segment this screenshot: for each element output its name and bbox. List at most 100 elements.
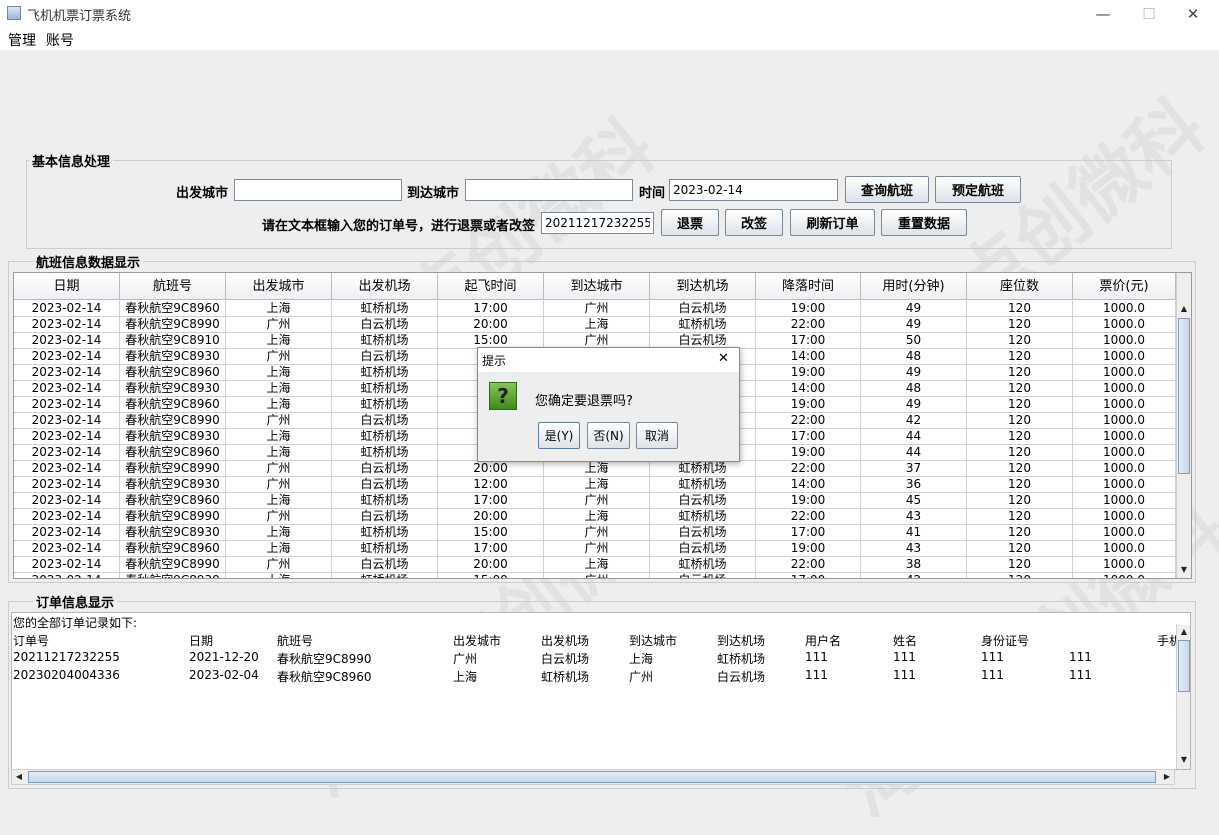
table-cell: 1000.0 bbox=[1073, 461, 1176, 477]
table-cell: 虹桥机场 bbox=[332, 573, 438, 578]
table-row[interactable]: 2023-02-14 春秋航空9C8930 广州 白云机场 12:00 上海 虹桥机场 14:… bbox=[14, 477, 1176, 493]
table-cell: 春秋航空9C8990 bbox=[120, 461, 226, 477]
column-header[interactable]: 降落时间 bbox=[756, 273, 861, 300]
scroll-up-icon[interactable]: ▲ bbox=[1177, 625, 1190, 639]
table-cell: 春秋航空9C8930 bbox=[120, 381, 226, 397]
table-cell: 白云机场 bbox=[650, 573, 756, 578]
column-header[interactable]: 到达机场 bbox=[650, 273, 756, 300]
column-header[interactable]: 出发机场 bbox=[332, 273, 438, 300]
table-cell: 1000.0 bbox=[1073, 429, 1176, 445]
table-cell: 49 bbox=[861, 301, 967, 317]
table-row[interactable]: 2023-02-14 春秋航空9C8990 广州 白云机场 20:00 上海 虹桥机场 22:… bbox=[14, 557, 1176, 573]
table-row[interactable]: 2023-02-14 春秋航空9C8990 广州 白云机场 20:00 上海 虹桥机场 22:… bbox=[14, 317, 1176, 333]
flight-table-header: 日期 航班号 出发城市 出发机场 起飞时间 到达城市 到达机场 降落时间 用时(分钟) 座位数 票价… bbox=[14, 273, 1176, 300]
table-cell: 17:00 bbox=[756, 573, 861, 578]
scroll-thumb[interactable] bbox=[1178, 640, 1190, 692]
table-row[interactable]: 2023-02-14春秋航空9C8930上海虹桥机场15:00广州白云机场17:… bbox=[14, 573, 1176, 578]
cancel-button[interactable]: 取消 bbox=[636, 422, 678, 449]
table-cell: 虹桥机场 bbox=[332, 397, 438, 413]
yes-button[interactable]: 是(Y) bbox=[538, 422, 580, 449]
table-cell: 上海 bbox=[226, 429, 332, 445]
table-cell: 20:00 bbox=[438, 509, 544, 525]
table-cell: 春秋航空9C8930 bbox=[120, 349, 226, 365]
column-header[interactable]: 日期 bbox=[14, 273, 120, 300]
table-cell: 49 bbox=[861, 317, 967, 333]
order-cell: 春秋航空9C8990 bbox=[277, 652, 372, 666]
table-row[interactable]: 2023-02-14 春秋航空9C8960 上海 虹桥机场 17:00 广州 白云机场 19:… bbox=[14, 493, 1176, 509]
order-number-input[interactable] bbox=[541, 212, 654, 234]
maximize-button[interactable]: ☐ bbox=[1126, 2, 1172, 26]
book-flight-button[interactable]: 预定航班 bbox=[935, 176, 1021, 203]
to-city-input[interactable] bbox=[465, 179, 633, 201]
table-row[interactable]: 2023-02-14 春秋航空9C8990 广州 白云机场 20:00 上海 虹桥机场 22:… bbox=[14, 509, 1176, 525]
column-header[interactable]: 航班号 bbox=[120, 273, 226, 300]
table-cell: 1000.0 bbox=[1073, 349, 1176, 365]
table-cell: 虹桥机场 bbox=[332, 493, 438, 509]
basic-info-panel bbox=[26, 160, 1172, 249]
refund-button[interactable]: 退票 bbox=[661, 209, 719, 236]
question-icon: ? bbox=[489, 382, 517, 410]
scroll-up-icon[interactable]: ▲ bbox=[1177, 302, 1191, 316]
order-prompt-label: 请在文本框输入您的订单号，进行退票或者改签 bbox=[262, 219, 536, 234]
refresh-orders-button[interactable]: 刷新订单 bbox=[790, 209, 875, 236]
change-ticket-button[interactable]: 改签 bbox=[725, 209, 783, 236]
scroll-left-icon[interactable]: ◀ bbox=[12, 770, 26, 784]
no-button[interactable]: 否(N) bbox=[587, 422, 630, 449]
table-cell: 2023-02-14 bbox=[14, 541, 120, 557]
scroll-down-icon[interactable]: ▼ bbox=[1177, 753, 1190, 767]
table-row[interactable]: 2023-02-14 春秋航空9C8960 上海 虹桥机场 17:00 广州 白云机场 19:… bbox=[14, 541, 1176, 557]
query-flight-button[interactable]: 查询航班 bbox=[845, 176, 929, 203]
table-cell: 春秋航空9C8990 bbox=[120, 557, 226, 573]
reset-data-button[interactable]: 重置数据 bbox=[881, 209, 967, 236]
table-cell: 36 bbox=[861, 477, 967, 493]
menu-manage[interactable]: 管理 bbox=[8, 30, 36, 50]
order-cell: 2023-02-04 bbox=[189, 668, 259, 682]
dialog-close-icon[interactable]: ✕ bbox=[718, 351, 729, 366]
menu-account[interactable]: 账号 bbox=[46, 30, 74, 50]
table-row[interactable]: 2023-02-14 春秋航空9C8960 上海 虹桥机场 17:00 广州 白云机场 19:… bbox=[14, 301, 1176, 317]
order-vscrollbar[interactable]: ▲ ▼ bbox=[1176, 625, 1190, 769]
scroll-thumb[interactable] bbox=[1178, 318, 1190, 474]
table-row[interactable]: 2023-02-14春秋航空9C8930上海虹桥机场15:00广州白云机场17:… bbox=[14, 525, 1176, 541]
time-input[interactable] bbox=[669, 179, 838, 201]
close-button[interactable]: ✕ bbox=[1170, 2, 1216, 26]
table-cell: 22:00 bbox=[756, 557, 861, 573]
order-text-area[interactable]: 您的全部订单记录如下: 订单号 日期 航班号 出发城市 出发机场 到达城市 到达机场 用户名 姓… bbox=[11, 612, 1191, 770]
table-cell: 白云机场 bbox=[650, 541, 756, 557]
table-cell: 17:00 bbox=[756, 525, 861, 541]
order-cell: 111 bbox=[893, 668, 916, 682]
table-cell: 120 bbox=[967, 541, 1073, 557]
order-info-title: 订单信息显示 bbox=[33, 592, 118, 611]
table-cell: 白云机场 bbox=[650, 301, 756, 317]
order-cell: 上海 bbox=[453, 670, 478, 684]
table-cell: 春秋航空9C8960 bbox=[120, 301, 226, 317]
table-cell: 广州 bbox=[226, 317, 332, 333]
column-header[interactable]: 出发城市 bbox=[226, 273, 332, 300]
column-header[interactable]: 票价(元) bbox=[1073, 273, 1176, 300]
table-cell: 虹桥机场 bbox=[650, 477, 756, 493]
table-cell: 2023-02-14 bbox=[14, 477, 120, 493]
column-header[interactable]: 座位数 bbox=[967, 273, 1073, 300]
scroll-right-icon[interactable]: ▶ bbox=[1160, 770, 1174, 784]
table-cell: 广州 bbox=[226, 557, 332, 573]
app-icon bbox=[7, 6, 21, 20]
table-cell: 15:00 bbox=[438, 573, 544, 578]
order-hscrollbar[interactable]: ◀ ▶ bbox=[11, 769, 1175, 785]
column-header[interactable]: 起飞时间 bbox=[438, 273, 544, 300]
scroll-down-icon[interactable]: ▼ bbox=[1177, 563, 1191, 577]
table-cell: 虹桥机场 bbox=[332, 445, 438, 461]
table-row[interactable]: 2023-02-14 春秋航空9C8990 广州 白云机场 20:00 上海 虹桥机场 22:… bbox=[14, 461, 1176, 477]
from-city-input[interactable] bbox=[234, 179, 402, 201]
minimize-button[interactable]: — bbox=[1080, 2, 1126, 26]
from-city-label: 出发城市 bbox=[176, 186, 229, 201]
table-cell: 22:00 bbox=[756, 317, 861, 333]
table-cell: 上海 bbox=[226, 541, 332, 557]
flight-table-scrollbar[interactable]: ▲ ▼ bbox=[1176, 273, 1191, 578]
column-header[interactable]: 用时(分钟) bbox=[861, 273, 967, 300]
column-header[interactable]: 到达城市 bbox=[544, 273, 650, 300]
table-cell: 120 bbox=[967, 333, 1073, 349]
table-cell: 22:00 bbox=[756, 461, 861, 477]
scroll-thumb[interactable] bbox=[28, 771, 1156, 783]
table-cell: 白云机场 bbox=[332, 509, 438, 525]
order-intro: 您的全部订单记录如下: bbox=[13, 616, 138, 630]
